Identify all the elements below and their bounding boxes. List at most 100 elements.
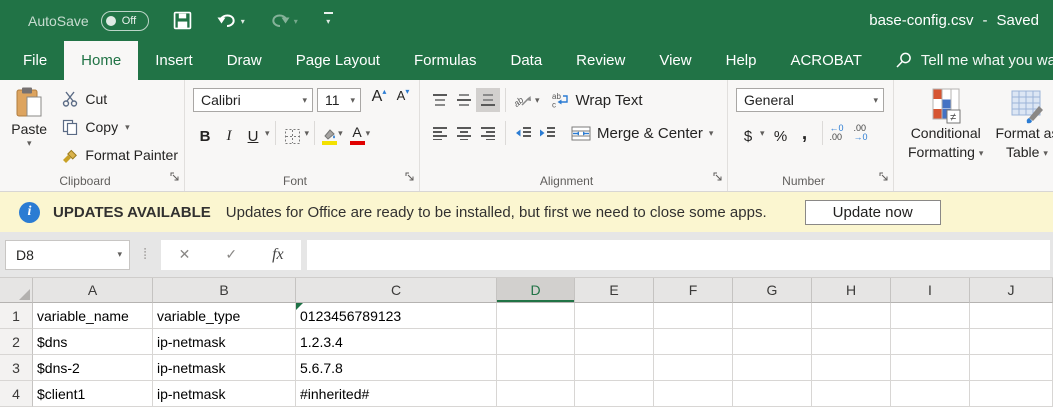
cell-E1[interactable]	[575, 303, 654, 329]
cancel-button[interactable]: ✕	[179, 246, 191, 263]
borders-dropdown-icon[interactable]: ▾	[305, 128, 310, 138]
name-box[interactable]: D8 ▾	[5, 240, 130, 270]
percent-button[interactable]: %	[769, 121, 793, 145]
cell-G2[interactable]	[733, 329, 812, 355]
cell-D2[interactable]	[497, 329, 575, 355]
decrease-indent-button[interactable]	[511, 121, 535, 145]
font-color-dropdown-icon[interactable]: ▾	[366, 128, 371, 138]
decrease-decimal-button[interactable]: .00 →0	[852, 121, 876, 145]
fill-color-button[interactable]	[320, 121, 338, 145]
cell-C4[interactable]: #inherited#	[296, 381, 497, 407]
autosave-toggle[interactable]: Off	[101, 11, 149, 31]
tab-help[interactable]: Help	[709, 41, 774, 80]
align-middle-button[interactable]	[452, 88, 476, 112]
number-format-combo[interactable]: General ▾	[736, 88, 884, 112]
cell-A1[interactable]: variable_name	[33, 303, 153, 329]
cell-F3[interactable]	[654, 355, 733, 381]
column-header-A[interactable]: A	[33, 278, 153, 303]
cell-H2[interactable]	[812, 329, 891, 355]
font-size-combo[interactable]: 11 ▾	[317, 88, 361, 112]
customize-qat-button[interactable]: ▾	[324, 12, 333, 29]
cell-B3[interactable]: ip-netmask	[153, 355, 296, 381]
grow-font-button[interactable]: A ▴	[367, 88, 391, 112]
tell-me-search[interactable]: Tell me what you want to do	[895, 41, 1053, 80]
enter-button[interactable]: ✓	[225, 246, 237, 263]
paste-dropdown-icon[interactable]: ▾	[27, 138, 32, 148]
align-bottom-button[interactable]	[476, 88, 500, 112]
cell-C3[interactable]: 5.6.7.8	[296, 355, 497, 381]
cell-C1[interactable]: 0123456789123	[296, 303, 497, 329]
select-all-corner[interactable]	[0, 278, 33, 303]
cell-H3[interactable]	[812, 355, 891, 381]
column-header-D[interactable]: D	[497, 278, 575, 303]
cell-A3[interactable]: $dns-2	[33, 355, 153, 381]
cell-A4[interactable]: $client1	[33, 381, 153, 407]
clipboard-dialog-launcher[interactable]	[170, 169, 180, 187]
cell-G4[interactable]	[733, 381, 812, 407]
row-header-1[interactable]: 1	[0, 303, 33, 329]
paste-button[interactable]: Paste ▾	[8, 86, 50, 171]
tab-acrobat[interactable]: ACROBAT	[773, 41, 878, 80]
cell-D1[interactable]	[497, 303, 575, 329]
copy-dropdown-icon[interactable]: ▾	[125, 122, 130, 132]
cell-B2[interactable]: ip-netmask	[153, 329, 296, 355]
tab-home[interactable]: Home	[64, 41, 138, 80]
conditional-formatting-button[interactable]: ≠ Conditional Formatting ▾	[902, 86, 989, 171]
save-button[interactable]	[173, 11, 192, 30]
font-family-combo[interactable]: Calibri ▾	[193, 88, 313, 112]
cell-G1[interactable]	[733, 303, 812, 329]
cell-F4[interactable]	[654, 381, 733, 407]
cell-J3[interactable]	[970, 355, 1053, 381]
copy-button[interactable]: Copy ▾	[62, 117, 178, 137]
cell-I3[interactable]	[891, 355, 970, 381]
column-header-G[interactable]: G	[733, 278, 812, 303]
cell-J1[interactable]	[970, 303, 1053, 329]
row-header-3[interactable]: 3	[0, 355, 33, 381]
increase-decimal-button[interactable]: ←0 .00	[828, 121, 852, 145]
cell-G3[interactable]	[733, 355, 812, 381]
formula-input[interactable]	[307, 240, 1050, 270]
fill-color-dropdown-icon[interactable]: ▾	[338, 128, 343, 138]
cell-I2[interactable]	[891, 329, 970, 355]
redo-button[interactable]: ▾	[269, 12, 298, 29]
tab-data[interactable]: Data	[493, 41, 559, 80]
cell-B4[interactable]: ip-netmask	[153, 381, 296, 407]
comma-button[interactable]: ,	[793, 121, 817, 145]
cell-D3[interactable]	[497, 355, 575, 381]
format-as-table-button[interactable]: Format as Table ▾	[989, 86, 1053, 171]
orientation-button[interactable]: ab	[511, 88, 535, 112]
insert-function-button[interactable]: fx	[272, 246, 284, 264]
column-header-B[interactable]: B	[153, 278, 296, 303]
redo-dropdown-icon[interactable]: ▾	[294, 15, 298, 29]
tab-draw[interactable]: Draw	[210, 41, 279, 80]
borders-button[interactable]	[281, 121, 305, 145]
cell-C2[interactable]: 1.2.3.4	[296, 329, 497, 355]
underline-button[interactable]: U	[241, 121, 265, 145]
orientation-dropdown-icon[interactable]: ▾	[535, 95, 540, 105]
currency-button[interactable]: $	[736, 121, 760, 145]
row-header-2[interactable]: 2	[0, 329, 33, 355]
cell-J4[interactable]	[970, 381, 1053, 407]
merge-center-button[interactable]: Merge & Center ▾	[571, 125, 713, 142]
undo-button[interactable]: ▾	[216, 12, 245, 29]
tab-formulas[interactable]: Formulas	[397, 41, 494, 80]
format-painter-button[interactable]: Format Painter	[62, 145, 178, 165]
tab-file[interactable]: File	[6, 41, 64, 80]
merge-center-dropdown-icon[interactable]: ▾	[709, 128, 714, 138]
cell-E3[interactable]	[575, 355, 654, 381]
font-color-button[interactable]: A	[349, 121, 366, 145]
currency-dropdown-icon[interactable]: ▾	[760, 128, 765, 138]
increase-indent-button[interactable]	[535, 121, 559, 145]
cell-I1[interactable]	[891, 303, 970, 329]
italic-button[interactable]: I	[217, 121, 241, 145]
underline-dropdown-icon[interactable]: ▾	[265, 128, 270, 138]
column-header-C[interactable]: C	[296, 278, 497, 303]
wrap-text-button[interactable]: ab c Wrap Text	[552, 92, 643, 109]
column-header-F[interactable]: F	[654, 278, 733, 303]
tab-view[interactable]: View	[642, 41, 708, 80]
cell-H4[interactable]	[812, 381, 891, 407]
shrink-font-button[interactable]: A ▾	[391, 88, 415, 112]
update-now-button[interactable]: Update now	[805, 200, 941, 225]
bold-button[interactable]: B	[193, 121, 217, 145]
cell-D4[interactable]	[497, 381, 575, 407]
